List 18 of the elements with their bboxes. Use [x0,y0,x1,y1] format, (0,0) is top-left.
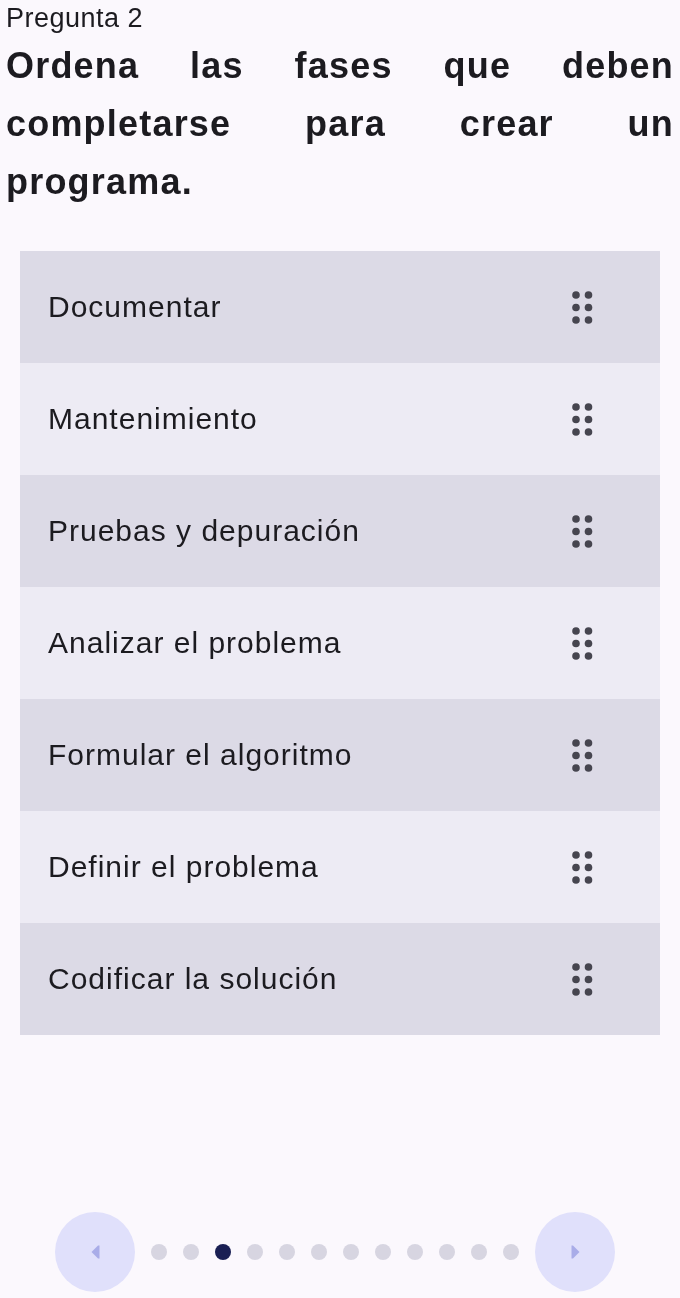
drag-handle-icon[interactable] [572,850,593,884]
caret-right-icon [570,1245,580,1259]
drag-handle-icon[interactable] [572,290,593,324]
sortable-list-item[interactable]: Formular el algoritmo [20,699,660,811]
drag-handle-icon[interactable] [572,962,593,996]
caret-left-icon [90,1245,100,1259]
drag-handle-icon[interactable] [572,626,593,660]
drag-handle-icon[interactable] [572,402,593,436]
sortable-list-item[interactable]: Analizar el problema [20,587,660,699]
drag-handle-icon[interactable] [572,738,593,772]
sortable-list-item[interactable]: Documentar [20,251,660,363]
sortable-list-item[interactable]: Pruebas y depuración [20,475,660,587]
sortable-list-item[interactable]: Definir el problema [20,811,660,923]
sortable-list-item[interactable]: Codificar la solución [20,923,660,1035]
question-prompt: Ordena las fases que deben completarse para crear un programa. [6,44,674,204]
drag-handle-icon[interactable] [572,514,593,548]
sortable-list-item[interactable]: Mantenimiento [20,363,660,475]
question-number: Pregunta 2 [6,2,144,35]
